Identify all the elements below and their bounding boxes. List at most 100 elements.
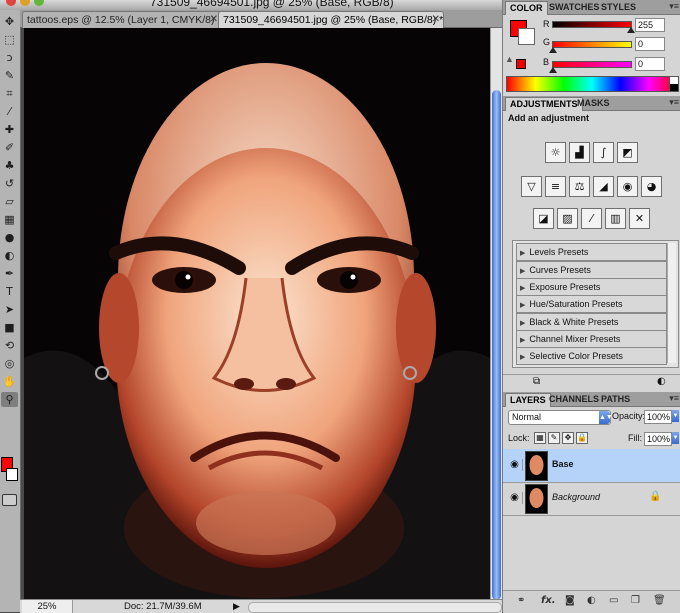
eye-icon[interactable]: ◉ <box>507 459 523 471</box>
hue-saturation-icon[interactable]: ≡ <box>545 176 566 197</box>
gamut-color-chip[interactable] <box>516 59 526 69</box>
layer-name[interactable]: Background <box>552 492 600 502</box>
channel-r-field[interactable]: 255 <box>635 18 665 32</box>
adjustment-layer-icon[interactable]: ◐ <box>587 595 596 606</box>
3d-orbit-tool-icon[interactable]: ◎ <box>1 356 18 371</box>
layer-row-background[interactable]: ◉ Background 🔒 <box>503 482 680 516</box>
close-icon[interactable]: ✕ <box>432 12 440 28</box>
marquee-tool-icon[interactable]: ⬚ <box>1 32 18 47</box>
preset-item[interactable]: ▶ Curves Presets <box>516 261 667 279</box>
vertical-scroll-thumb[interactable] <box>492 90 501 600</box>
lock-transparent-icon[interactable]: ▦ <box>534 432 546 444</box>
group-icon[interactable]: ▭ <box>609 595 618 606</box>
lock-position-icon[interactable]: ✥ <box>562 432 574 444</box>
chevron-down-icon[interactable]: ▲▼ <box>599 411 613 424</box>
invert-icon[interactable]: ◪ <box>533 208 554 229</box>
channel-b-knob[interactable] <box>549 67 557 73</box>
visibility-toggle-icon[interactable]: ◐ <box>657 376 666 387</box>
clone-stamp-tool-icon[interactable]: ♣ <box>1 158 18 173</box>
trash-icon[interactable]: 🗑 <box>653 595 666 606</box>
brightness-contrast-icon[interactable]: ☼ <box>545 142 566 163</box>
black-white-ramp[interactable] <box>669 76 679 92</box>
new-layer-icon[interactable]: ❐ <box>631 595 640 606</box>
channel-b-field[interactable]: 0 <box>635 57 665 71</box>
blur-tool-icon[interactable]: ● <box>1 230 18 245</box>
hand-tool-icon[interactable]: ✋ <box>1 374 18 389</box>
channel-r-knob[interactable] <box>627 27 635 33</box>
eye-icon[interactable]: ◉ <box>507 492 523 504</box>
panel-menu-icon[interactable]: ▾≡ <box>669 97 679 108</box>
panel-menu-icon[interactable]: ▾≡ <box>669 1 679 12</box>
minimize-window-button[interactable] <box>20 0 30 6</box>
healing-brush-tool-icon[interactable]: ✚ <box>1 122 18 137</box>
background-color-swatch[interactable] <box>6 468 18 481</box>
gamut-warning-icon[interactable]: ▲ <box>505 54 514 64</box>
selective-color-icon[interactable]: ✕ <box>629 208 650 229</box>
history-brush-tool-icon[interactable]: ↺ <box>1 176 18 191</box>
3d-rotate-tool-icon[interactable]: ⟲ <box>1 338 18 353</box>
horizontal-scrollbar[interactable] <box>248 602 502 613</box>
vibrance-icon[interactable]: ▽ <box>521 176 542 197</box>
doc-tab-tattoos[interactable]: tattoos.eps @ 12.5% (Layer 1, CMYK/8) ✕ <box>22 11 222 28</box>
tab-swatches[interactable]: SWATCHES <box>545 1 603 14</box>
gradient-tool-icon[interactable]: ▦ <box>1 212 18 227</box>
tab-color[interactable]: COLOR <box>505 1 548 15</box>
type-tool-icon[interactable]: T <box>1 284 18 299</box>
eyedropper-tool-icon[interactable]: ⁄ <box>1 104 18 119</box>
link-icon[interactable]: ⚭ <box>517 595 525 606</box>
curves-icon[interactable]: ∫ <box>593 142 614 163</box>
fill-field[interactable]: 100% <box>644 432 672 446</box>
close-window-button[interactable] <box>6 0 16 6</box>
preset-item[interactable]: ▶ Hue/Saturation Presets <box>516 295 667 313</box>
lasso-tool-icon[interactable]: ↄ <box>1 50 18 65</box>
layer-name[interactable]: Base <box>552 459 574 469</box>
clip-to-layer-icon[interactable]: ⧉ <box>533 376 540 387</box>
preset-item[interactable]: ▶ Channel Mixer Presets <box>516 330 667 348</box>
panel-menu-icon[interactable]: ▾≡ <box>669 393 679 404</box>
blend-mode-select[interactable]: Normal ▲▼ <box>508 410 613 425</box>
fx-icon[interactable]: fx. <box>541 595 556 606</box>
quick-selection-tool-icon[interactable]: ✎ <box>1 68 18 83</box>
posterize-icon[interactable]: ▨ <box>557 208 578 229</box>
threshold-icon[interactable]: ⁄ <box>581 208 602 229</box>
doc-tab-active[interactable]: 731509_46694501.jpg @ 25% (Base, RGB/8) … <box>218 11 444 28</box>
tab-layers[interactable]: LAYERS <box>505 393 551 407</box>
lock-image-icon[interactable]: ✎ <box>548 432 560 444</box>
status-menu-arrow-icon[interactable]: ▶ <box>233 600 240 613</box>
move-tool-icon[interactable]: ✥ <box>1 14 18 29</box>
gradient-map-icon[interactable]: ▥ <box>605 208 626 229</box>
fill-dropdown-icon[interactable]: ▼ <box>672 432 679 444</box>
layer-row-base[interactable]: ◉ Base <box>503 449 680 483</box>
tab-adjustments[interactable]: ADJUSTMENTS <box>505 97 583 111</box>
zoom-level[interactable]: 25% <box>22 600 73 613</box>
opacity-dropdown-icon[interactable]: ▼ <box>672 410 679 422</box>
tab-channels[interactable]: CHANNELS <box>545 393 603 406</box>
color-balance-icon[interactable]: ⚖ <box>569 176 590 197</box>
tab-paths[interactable]: PATHS <box>597 393 634 406</box>
path-selection-tool-icon[interactable]: ➤ <box>1 302 18 317</box>
channel-g-field[interactable]: 0 <box>635 37 665 51</box>
tab-masks[interactable]: MASKS <box>573 97 614 110</box>
zoom-tool-icon[interactable]: ⚲ <box>1 392 18 407</box>
pen-tool-icon[interactable]: ✒ <box>1 266 18 281</box>
tab-styles[interactable]: STYLES <box>597 1 640 14</box>
document-canvas[interactable] <box>24 28 490 599</box>
close-icon[interactable]: ✕ <box>210 12 218 28</box>
channel-g-knob[interactable] <box>549 47 557 53</box>
presets-scrollbar[interactable] <box>667 243 676 363</box>
eraser-tool-icon[interactable]: ▱ <box>1 194 18 209</box>
preset-item[interactable]: ▶ Selective Color Presets <box>516 347 667 365</box>
channel-mixer-icon[interactable]: ◕ <box>641 176 662 197</box>
channel-r-slider[interactable] <box>552 21 635 33</box>
channel-b-slider[interactable] <box>549 61 632 73</box>
brush-tool-icon[interactable]: ✐ <box>1 140 18 155</box>
zoom-window-button[interactable] <box>34 0 44 6</box>
crop-tool-icon[interactable]: ⌗ <box>1 86 18 101</box>
opacity-field[interactable]: 100% <box>644 410 672 424</box>
quick-mask-icon[interactable] <box>2 494 17 506</box>
channel-g-slider[interactable] <box>549 41 632 53</box>
black-white-icon[interactable]: ◢ <box>593 176 614 197</box>
levels-icon[interactable]: ▟ <box>569 142 590 163</box>
mask-icon[interactable]: ◙ <box>565 595 575 606</box>
preset-item[interactable]: ▶ Exposure Presets <box>516 278 667 296</box>
